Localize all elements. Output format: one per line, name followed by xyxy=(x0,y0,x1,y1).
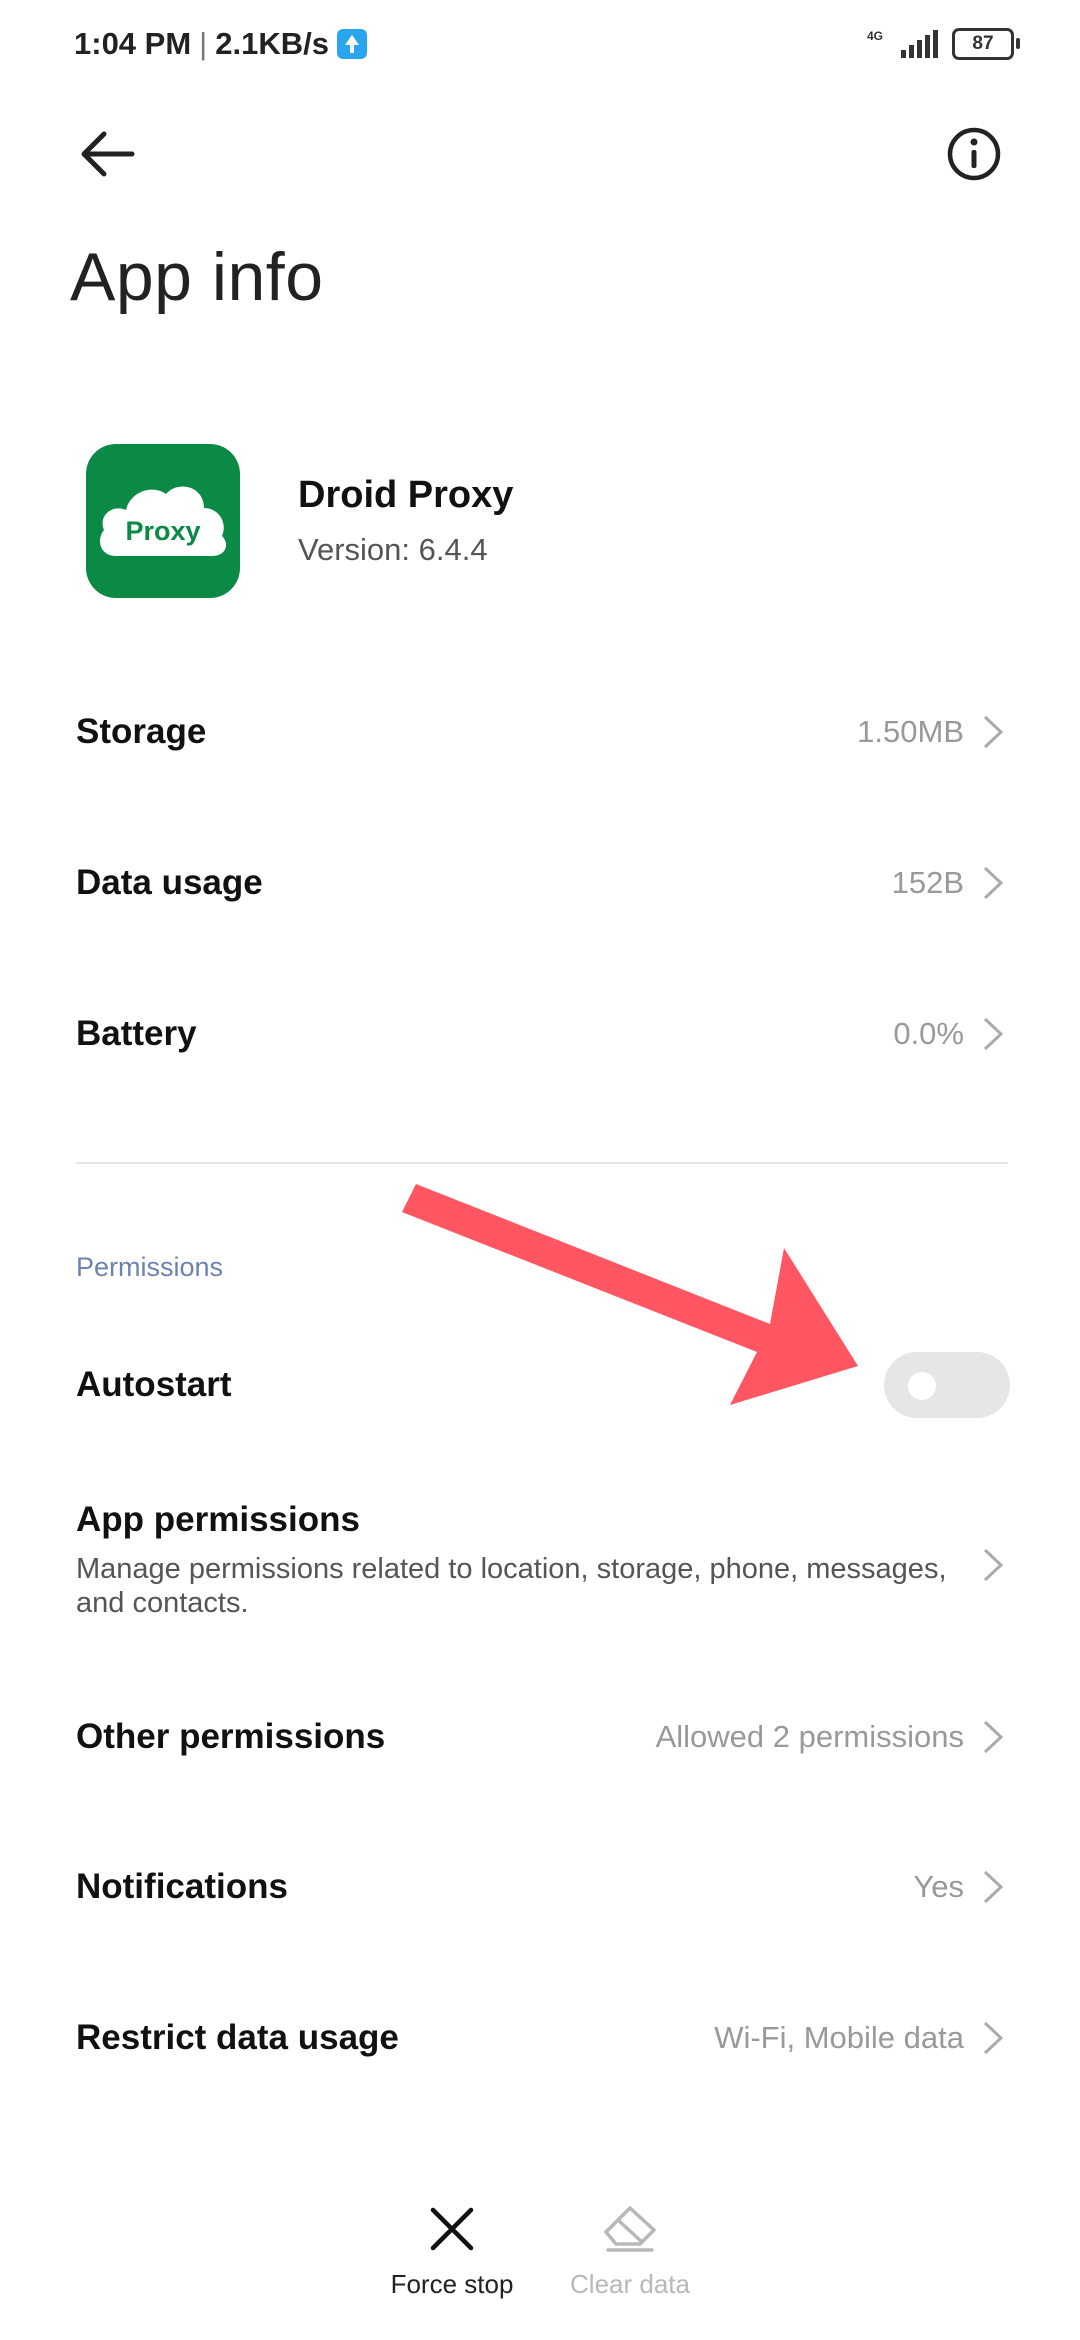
chevron-right-icon xyxy=(983,2021,1004,2055)
battery-level: 87 xyxy=(972,33,994,54)
other-permissions-label: Other permissions xyxy=(76,1717,386,1756)
upload-icon xyxy=(336,29,367,59)
network-type: 4G xyxy=(867,29,884,43)
chevron-right-icon xyxy=(983,1720,1004,1754)
app-permissions-label: App permissions xyxy=(76,1500,360,1539)
force-stop-button[interactable]: Force stop xyxy=(372,2204,532,2300)
status-bar: 1:04 PM | 2.1KB/s 4G 87 xyxy=(0,0,1080,96)
clear-data-label: Clear data xyxy=(570,2269,690,2299)
app-version: Version: 6.4.4 xyxy=(298,532,488,567)
force-stop-label: Force stop xyxy=(390,2269,514,2299)
battery-value: 0.0% xyxy=(893,1016,964,1051)
other-permissions-row[interactable]: Other permissions Allowed 2 permissions xyxy=(0,1682,1080,1792)
storage-row[interactable]: Storage 1.50MB xyxy=(0,677,1080,787)
autostart-label: Autostart xyxy=(76,1365,232,1404)
status-separator: | xyxy=(199,26,208,61)
chevron-right-icon xyxy=(983,866,1004,900)
notifications-value: Yes xyxy=(913,1869,964,1904)
app-icon-label: Proxy xyxy=(125,516,200,546)
status-right: 4G 87 xyxy=(867,28,1020,60)
chevron-right-icon xyxy=(983,715,1004,749)
toggle-knob xyxy=(908,1372,936,1400)
chevron-right-icon xyxy=(983,1870,1004,1904)
status-speed: 2.1KB/s xyxy=(215,26,329,61)
data-usage-label: Data usage xyxy=(76,863,263,902)
battery-icon: 87 xyxy=(952,28,1020,60)
notifications-row[interactable]: Notifications Yes xyxy=(0,1832,1080,1942)
storage-label: Storage xyxy=(76,712,207,751)
status-left: 1:04 PM | 2.1KB/s xyxy=(74,26,367,62)
app-icon: Proxy xyxy=(86,444,240,598)
restrict-data-label: Restrict data usage xyxy=(76,2018,399,2057)
app-name: Droid Proxy xyxy=(298,474,514,516)
info-button[interactable] xyxy=(946,126,1002,182)
data-usage-row[interactable]: Data usage 152B xyxy=(0,828,1080,938)
chevron-right-icon xyxy=(983,1017,1004,1051)
autostart-toggle[interactable] xyxy=(884,1352,1010,1418)
signal-icon xyxy=(901,30,938,58)
close-icon xyxy=(430,2207,474,2251)
app-permissions-description: Manage permissions related to location, … xyxy=(76,1553,947,1619)
back-button[interactable] xyxy=(76,126,136,182)
status-time: 1:04 PM xyxy=(74,26,192,61)
cloud-icon: Proxy xyxy=(100,486,227,556)
network-type-icon: 4G xyxy=(867,29,887,59)
notifications-label: Notifications xyxy=(76,1867,288,1906)
clear-data-button[interactable]: Clear data xyxy=(550,2204,710,2300)
permissions-section-title: Permissions xyxy=(76,1252,224,1282)
storage-value: 1.50MB xyxy=(857,714,964,749)
arrow-left-icon xyxy=(81,131,135,177)
chevron-right-icon xyxy=(983,1548,1004,1582)
page-title: App info xyxy=(70,239,324,315)
battery-label: Battery xyxy=(76,1014,197,1053)
battery-row[interactable]: Battery 0.0% xyxy=(0,979,1080,1089)
restrict-data-row[interactable]: Restrict data usage Wi-Fi, Mobile data xyxy=(0,1983,1080,2093)
info-circle-icon xyxy=(947,127,1001,181)
data-usage-value: 152B xyxy=(891,865,964,900)
eraser-icon xyxy=(604,2206,656,2252)
restrict-data-value: Wi-Fi, Mobile data xyxy=(714,2020,964,2055)
section-divider xyxy=(76,1162,1008,1164)
other-permissions-value: Allowed 2 permissions xyxy=(655,1719,964,1754)
